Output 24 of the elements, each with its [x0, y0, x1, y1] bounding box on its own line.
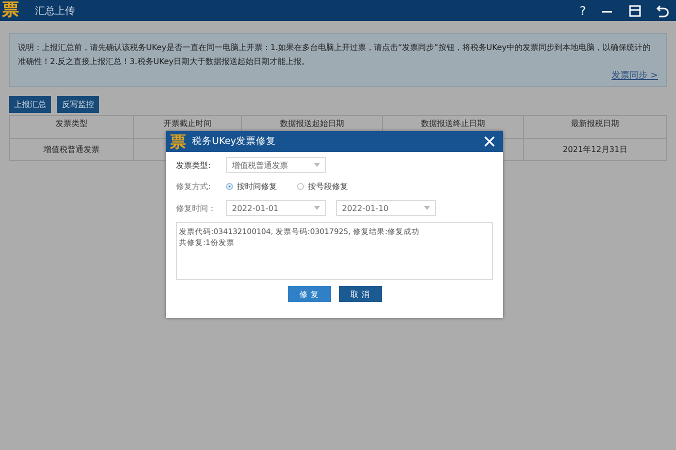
radio-option[interactable]: 按号段修复 [297, 181, 348, 192]
close-icon[interactable] [484, 136, 495, 147]
action-button[interactable]: 上报汇总 [9, 96, 51, 113]
repair-button[interactable]: 修 复 [288, 286, 330, 302]
invoice-type-dropdown[interactable]: 增值税普通发票 [226, 157, 326, 173]
help-button[interactable]: ? [580, 4, 586, 18]
maximize-icon[interactable] [628, 4, 642, 18]
column-header: 发票类型 [10, 116, 134, 138]
cancel-button[interactable]: 取 消 [338, 286, 382, 302]
radio-option[interactable]: 按时间修复 [226, 181, 277, 192]
invoice-sync-link[interactable]: 发票同步 > [612, 69, 658, 82]
notice-text: 说明：上报汇总前，请先确认该税务UKey是否一直在同一电脑上开票：1.如果在多台电脑上开过票，请点击“发票同步”按钮，将税务UKey中的发票同步到本地电脑，以确保统计的准确性！2.反之直接上报汇总！3.税务UKey日期大于数据报送起始日期才能上报。 [18, 42, 652, 68]
field-label: 修复方式: [176, 181, 212, 192]
column-header: 最新报税日期 [524, 116, 666, 138]
app-logo: 票 [2, 2, 19, 19]
field-label: 发票类型: [176, 160, 212, 170]
action-button[interactable]: 反写监控 [57, 96, 99, 113]
table-cell: 增值税普通发票 [10, 138, 134, 160]
field-label: 修复时间： [176, 202, 217, 214]
end-date-dropdown[interactable]: 2022-01-10 [336, 200, 436, 216]
window-title: 汇总上传 [35, 4, 75, 18]
start-date-dropdown[interactable]: 2022-01-01 [226, 200, 326, 216]
back-arrow-icon[interactable] [656, 4, 670, 18]
table-cell: 2021年12月31日 [524, 138, 666, 160]
